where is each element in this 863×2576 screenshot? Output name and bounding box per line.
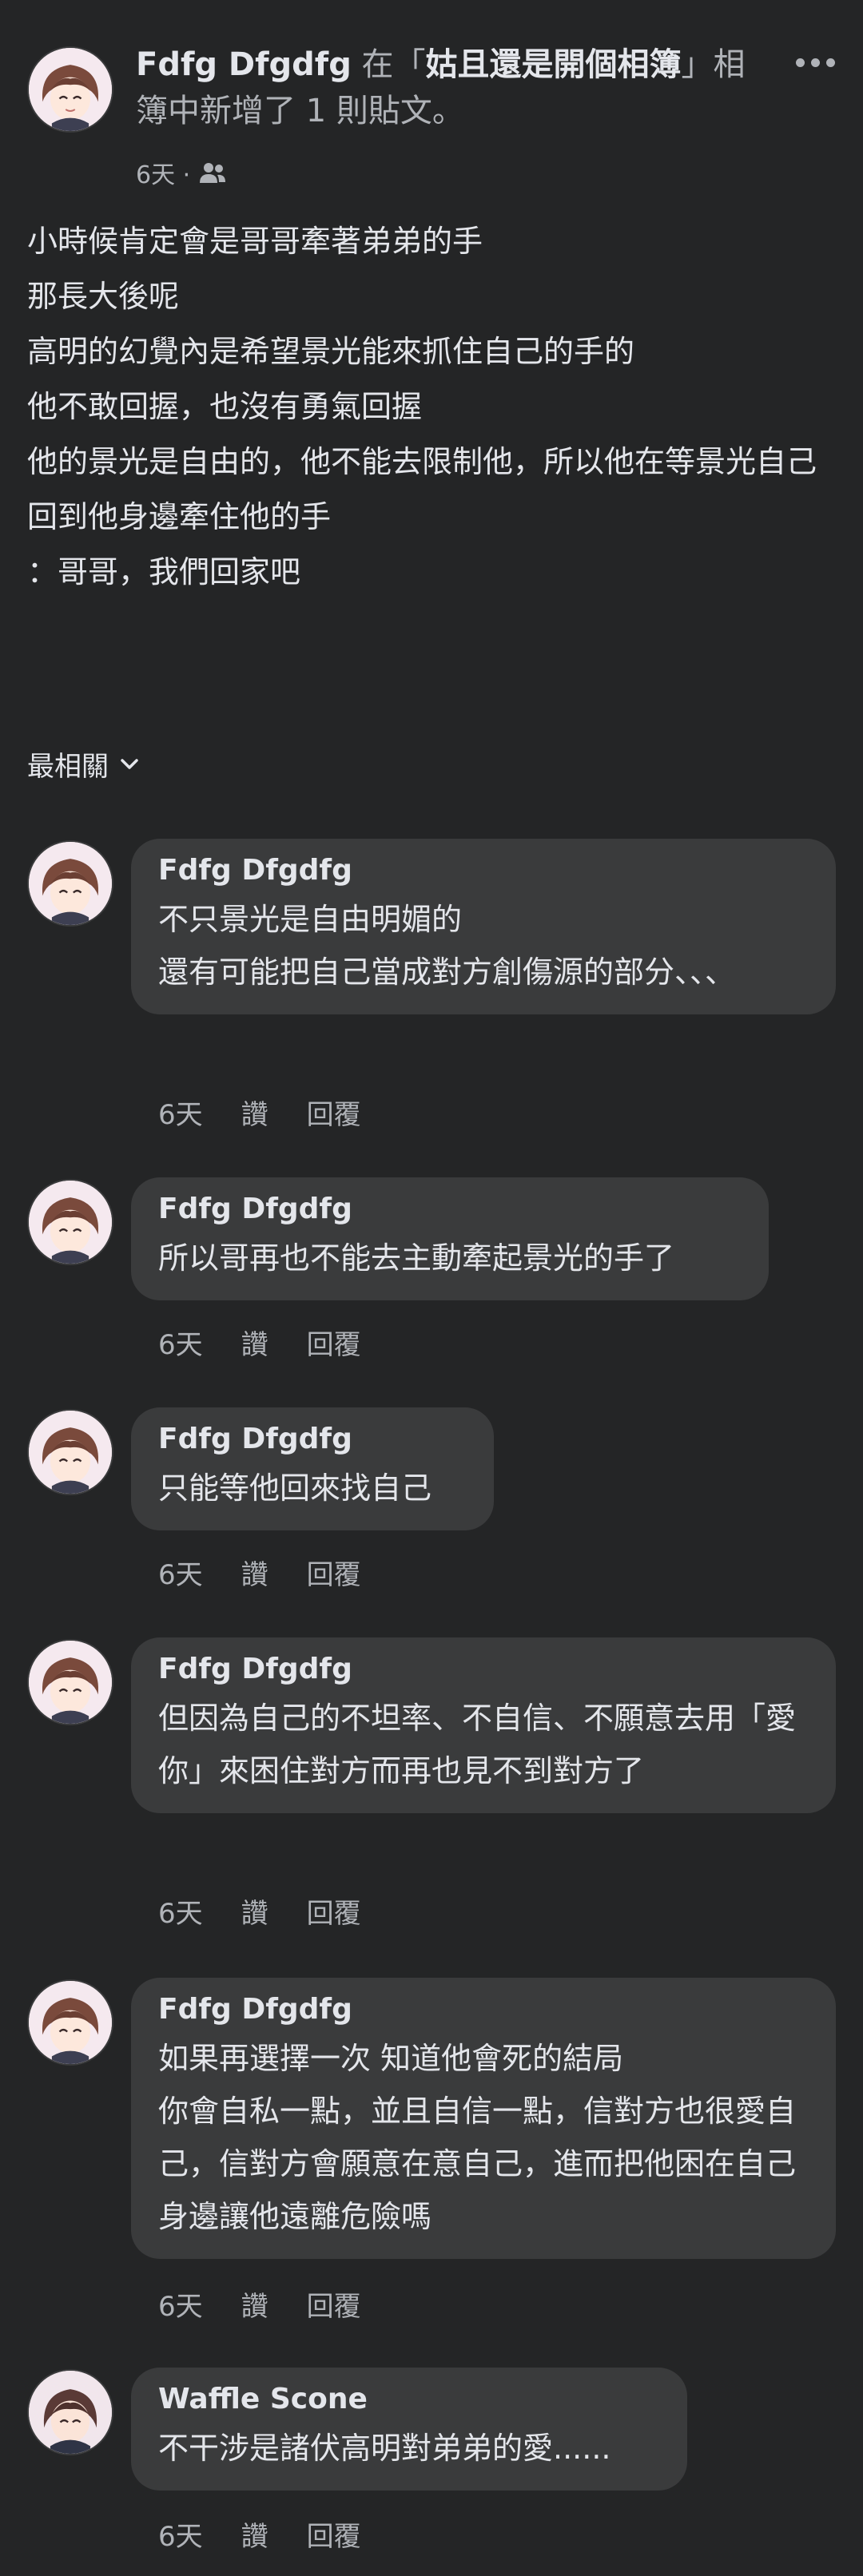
comment-bubble: Fdfg Dfgdfg 不只景光是自由明媚的 還有可能把自己當成對方創傷源的部分… [131, 839, 836, 1014]
comment-time[interactable]: 6天 [158, 2284, 203, 2324]
reply-button[interactable]: 回覆 [307, 1323, 361, 1362]
post-line: 那長大後呢 [27, 279, 180, 314]
comment-actions: 6天 讚 回覆 [158, 1891, 361, 1931]
dot-icon [796, 58, 805, 67]
post-line: 小時候肯定會是哥哥牽著弟弟的手 [27, 224, 483, 259]
like-button[interactable]: 讚 [241, 2284, 268, 2324]
comment-text: 只能等他回來找自己 [158, 1471, 432, 1506]
avatar-illustration [29, 1641, 112, 1724]
comment-bubble: Fdfg Dfgdfg 如果再選擇一次 知道他會死的結局 你會自私一點，並且自信… [131, 1978, 836, 2259]
post-line: 他不敢回握，也沒有勇氣回握 [27, 389, 423, 424]
commenter-name[interactable]: Fdfg Dfgdfg [158, 1647, 810, 1692]
comment-time[interactable]: 6天 [158, 1553, 203, 1592]
comment-text: 不干涉是諸伏高明對弟弟的愛...... [158, 2431, 611, 2466]
comment-actions: 6天 讚 回覆 [158, 1553, 361, 1592]
post-header: Fdfg Dfgdfg 在「姑且還是開個相簿」相簿中新增了 1 則貼文。 [136, 42, 751, 134]
sort-label: 最相關 [27, 751, 109, 783]
author-avatar[interactable] [27, 46, 113, 133]
comment-actions: 6天 讚 回覆 [158, 1093, 361, 1132]
comment-time[interactable]: 6天 [158, 1093, 203, 1132]
comment-time[interactable]: 6天 [158, 1891, 203, 1931]
like-button[interactable]: 讚 [241, 2514, 268, 2554]
comment-actions: 6天 讚 回覆 [158, 2284, 361, 2324]
post-time[interactable]: 6天 · [136, 155, 190, 190]
commenter-avatar[interactable] [27, 840, 113, 927]
reply-button[interactable]: 回覆 [307, 1553, 361, 1592]
comment-time[interactable]: 6天 [158, 2514, 203, 2554]
post-line: 他的景光是自由的，他不能去限制他，所以他在等景光自己回到他身邊牽住他的手 [27, 444, 817, 534]
avatar-illustration [29, 1981, 112, 2064]
post-body: 小時候肯定會是哥哥牽著弟弟的手 那長大後呢 高明的幻覺內是希望景光能來抓住自己的… [27, 214, 842, 600]
like-button[interactable]: 讚 [241, 1553, 268, 1592]
commenter-avatar[interactable] [27, 1639, 113, 1725]
comment-text: 不只景光是自由明媚的 還有可能把自己當成對方創傷源的部分、、、 [158, 902, 736, 990]
commenter-name[interactable]: Fdfg Dfgdfg [158, 1417, 468, 1462]
commenter-name[interactable]: Waffle Scone [158, 2377, 662, 2422]
comment-bubble: Waffle Scone 不干涉是諸伏高明對弟弟的愛...... [131, 2368, 687, 2491]
commenter-name[interactable]: Fdfg Dfgdfg [158, 848, 810, 893]
comment-actions: 6天 讚 回覆 [158, 2514, 361, 2554]
album-link[interactable]: 姑且還是開個相簿 [426, 46, 682, 83]
comment-text: 但因為自己的不坦率、不自信、不願意去用「愛你」來困住對方而再也見不到對方了 [158, 1701, 797, 1788]
comment-bubble: Fdfg Dfgdfg 但因為自己的不坦率、不自信、不願意去用「愛你」來困住對方… [131, 1637, 836, 1813]
like-button[interactable]: 讚 [241, 1891, 268, 1931]
comment-bubble: Fdfg Dfgdfg 只能等他回來找自己 [131, 1407, 494, 1530]
avatar-illustration [29, 1411, 112, 1494]
commenter-name[interactable]: Fdfg Dfgdfg [158, 1187, 743, 1232]
avatar-illustration [29, 2371, 112, 2454]
post-connector: 在「 [351, 46, 426, 83]
commenter-avatar[interactable] [27, 1179, 113, 1265]
dot-icon [811, 58, 820, 67]
chevron-down-icon [121, 758, 138, 769]
dot-icon [826, 58, 835, 67]
commenter-name[interactable]: Fdfg Dfgdfg [158, 1987, 810, 2032]
friends-icon [200, 163, 226, 183]
comment-text: 如果再選擇一次 知道他會死的結局 你會自私一點，並且自信一點，信對方也很愛自己，… [158, 2041, 797, 2234]
commenter-avatar[interactable] [27, 1979, 113, 2066]
reply-button[interactable]: 回覆 [307, 2284, 361, 2324]
post-meta: 6天 · [136, 155, 227, 190]
comment-sort-dropdown[interactable]: 最相關 [27, 744, 141, 784]
comment-text: 所以哥再也不能去主動牽起景光的手了 [158, 1240, 675, 1276]
avatar-illustration [29, 842, 112, 925]
post-line: ：哥哥，我們回家吧 [27, 554, 301, 589]
comment-actions: 6天 讚 回覆 [158, 1323, 361, 1362]
avatar-illustration [29, 1181, 112, 1264]
reply-button[interactable]: 回覆 [307, 2514, 361, 2554]
like-button[interactable]: 讚 [241, 1093, 268, 1132]
reply-button[interactable]: 回覆 [307, 1093, 361, 1132]
more-options-button[interactable] [796, 46, 844, 78]
avatar-illustration [29, 48, 112, 131]
reply-button[interactable]: 回覆 [307, 1891, 361, 1931]
comment-bubble: Fdfg Dfgdfg 所以哥再也不能去主動牽起景光的手了 [131, 1177, 769, 1300]
commenter-avatar[interactable] [27, 2369, 113, 2455]
commenter-avatar[interactable] [27, 1409, 113, 1495]
post-line: 高明的幻覺內是希望景光能來抓住自己的手的 [27, 334, 635, 369]
comment-time[interactable]: 6天 [158, 1323, 203, 1362]
post-author-name[interactable]: Fdfg Dfgdfg [136, 46, 352, 83]
like-button[interactable]: 讚 [241, 1323, 268, 1362]
